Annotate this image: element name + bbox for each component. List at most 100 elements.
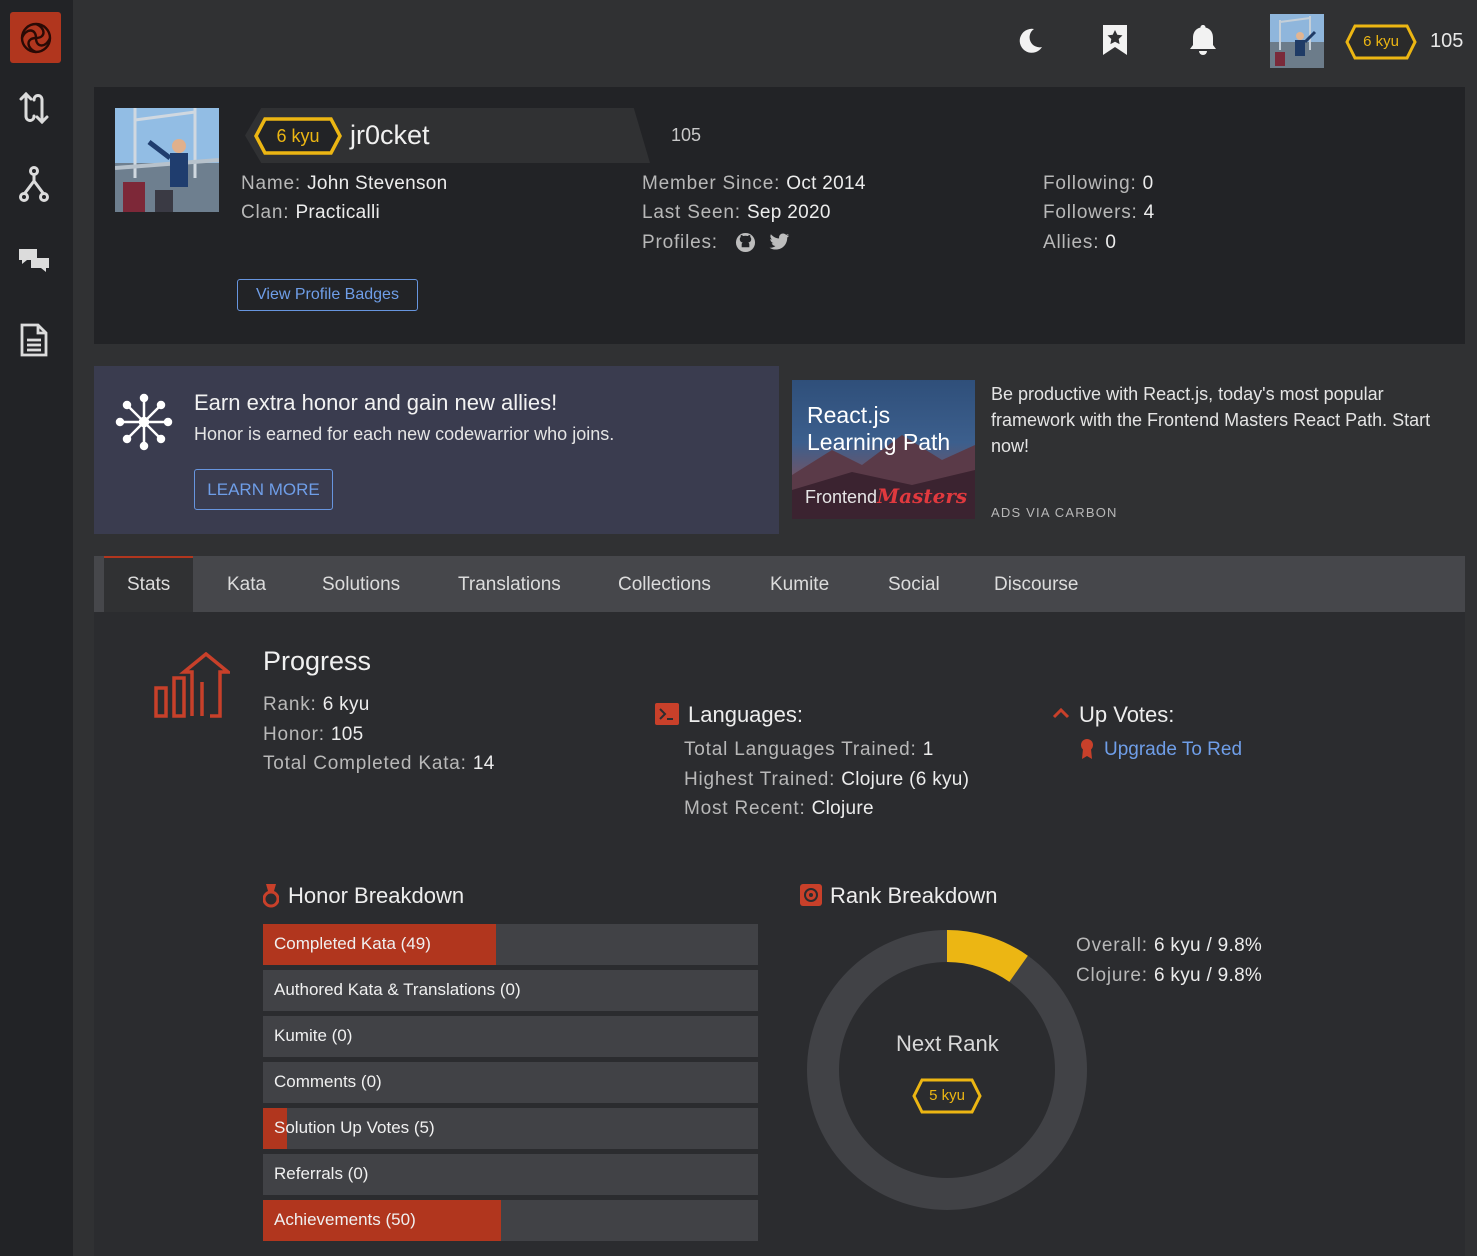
tab-kata[interactable]: Kata <box>227 574 266 596</box>
overall-rank-value: 6 kyu / 9.8% <box>1153 935 1263 956</box>
member-since-label: Member Since: <box>642 173 781 194</box>
bell-icon[interactable] <box>1183 18 1223 62</box>
username: jr0cket <box>350 120 430 150</box>
tab-social[interactable]: Social <box>888 574 940 596</box>
clojure-rank-row: Clojure: 6 kyu / 9.8% <box>1076 965 1262 987</box>
allies-label: Allies: <box>1043 232 1100 253</box>
honor-bar: Referrals (0) <box>263 1154 758 1195</box>
languages-trained-value: 1 <box>922 739 934 760</box>
promo-text: Honor is earned for each new codewarrior… <box>194 424 615 444</box>
next-rank-label: Next Rank <box>896 1031 999 1056</box>
honor-bar: Authored Kata & Translations (0) <box>263 970 758 1011</box>
rank-badge-label: 6 kyu <box>1363 33 1399 50</box>
twitter-icon[interactable] <box>769 233 791 253</box>
progress-chart-icon <box>150 651 233 722</box>
clojure-rank-value: 6 kyu / 9.8% <box>1153 965 1263 986</box>
ribbon-icon <box>1080 738 1094 760</box>
donut-track <box>807 930 1087 1210</box>
honor-bar-label: Comments (0) <box>274 1072 382 1091</box>
rank-progress-donut <box>807 930 1087 1210</box>
tab-translations[interactable]: Translations <box>458 574 561 596</box>
ad-text[interactable]: Be productive with React.js, today's mos… <box>991 381 1441 459</box>
learn-more-button[interactable]: LEARN MORE <box>194 469 333 510</box>
profile-rank-badge: 6 kyu <box>254 117 342 155</box>
terminal-icon <box>655 703 679 725</box>
name-value: John Stevenson <box>307 173 448 194</box>
tab-kumite[interactable]: Kumite <box>770 574 829 596</box>
practice-icon[interactable] <box>14 88 54 128</box>
most-recent-value: Clojure <box>811 798 874 819</box>
honor-bar-label: Referrals (0) <box>274 1164 369 1183</box>
ad-image[interactable]: React.js Learning Path FrontendMasters <box>792 380 975 519</box>
honor-bar: Achievements (50) <box>263 1200 758 1241</box>
honor-value: 105 <box>330 724 364 745</box>
chat-icon[interactable] <box>14 240 54 280</box>
tab-stats[interactable]: Stats <box>127 574 170 596</box>
profile-honor: 105 <box>671 125 702 145</box>
name-label: Name: <box>241 173 301 194</box>
github-icon[interactable] <box>735 232 757 254</box>
most-recent-row: Most Recent: Clojure <box>684 798 874 820</box>
allies-row[interactable]: Allies: 0 <box>1043 232 1116 254</box>
most-recent-label: Most Recent: <box>684 798 806 819</box>
last-seen-value: Sep 2020 <box>746 202 831 223</box>
tab-collections[interactable]: Collections <box>618 574 711 596</box>
tab-discourse[interactable]: Discourse <box>994 574 1078 596</box>
rank-value: 6 kyu <box>322 694 370 715</box>
following-row[interactable]: Following: 0 <box>1043 173 1154 195</box>
last-seen-row: Last Seen: Sep 2020 <box>642 202 831 224</box>
profiles-row: Profiles: <box>642 232 718 254</box>
rank-label: Rank: <box>263 694 317 715</box>
donut-progress-arc <box>946 930 1028 983</box>
honor-score: 105 <box>1430 30 1464 52</box>
member-since-row: Member Since: Oct 2014 <box>642 173 866 195</box>
fork-icon[interactable] <box>14 164 54 204</box>
ad-brand-a: Frontend <box>805 487 878 507</box>
progress-title: Progress <box>263 646 372 676</box>
languages-trained-label: Total Languages Trained: <box>684 739 917 760</box>
view-profile-badges-button[interactable]: View Profile Badges <box>237 279 418 311</box>
bookmark-star-icon[interactable] <box>1095 18 1135 62</box>
network-icon <box>114 392 174 452</box>
member-since-value: Oct 2014 <box>786 173 866 194</box>
ad-image-title-1: React.js <box>807 402 891 428</box>
honor-row: Honor: 105 <box>263 724 364 746</box>
user-avatar[interactable] <box>1270 14 1324 68</box>
followers-label: Followers: <box>1043 202 1138 223</box>
followers-row[interactable]: Followers: 4 <box>1043 202 1155 224</box>
highest-trained-value: Clojure (6 kyu) <box>841 769 970 790</box>
moon-icon[interactable] <box>1010 18 1050 62</box>
document-icon[interactable] <box>14 320 54 360</box>
honor-bar-label: Solution Up Votes (5) <box>274 1118 435 1137</box>
following-label: Following: <box>1043 173 1137 194</box>
profiles-label: Profiles: <box>642 232 718 253</box>
promo-title: Earn extra honor and gain new allies! <box>194 390 558 415</box>
tab-solutions[interactable]: Solutions <box>322 574 400 596</box>
codewars-logo[interactable] <box>10 12 61 63</box>
allies-value: 0 <box>1105 232 1117 253</box>
honor-breakdown-title: Honor Breakdown <box>288 883 465 908</box>
upvotes-title: Up Votes: <box>1079 702 1175 727</box>
honor-bar: Solution Up Votes (5) <box>263 1108 758 1149</box>
honor-bar-label: Authored Kata & Translations (0) <box>274 980 521 999</box>
next-rank-value: 5 kyu <box>929 1087 965 1104</box>
ad-brand: FrontendMasters <box>805 484 967 508</box>
chevron-up-icon <box>1052 706 1070 720</box>
rank-row: Rank: 6 kyu <box>263 694 370 716</box>
following-value: 0 <box>1142 173 1154 194</box>
ads-via-carbon[interactable]: ADS VIA CARBON <box>991 505 1118 520</box>
honor-bar: Completed Kata (49) <box>263 924 758 965</box>
profile-avatar <box>115 108 219 212</box>
highest-trained-label: Highest Trained: <box>684 769 836 790</box>
logo-icon <box>20 22 51 53</box>
clan-label: Clan: <box>241 202 290 223</box>
last-seen-label: Last Seen: <box>642 202 741 223</box>
honor-bar: Kumite (0) <box>263 1016 758 1057</box>
completed-label: Total Completed Kata: <box>263 753 467 774</box>
next-rank-badge: 5 kyu <box>912 1078 982 1114</box>
honor-bar: Comments (0) <box>263 1062 758 1103</box>
clan-row: Clan: Practicalli <box>241 202 380 224</box>
completed-row: Total Completed Kata: 14 <box>263 753 495 775</box>
overall-rank-row: Overall: 6 kyu / 9.8% <box>1076 935 1262 957</box>
upgrade-to-red-link[interactable]: Upgrade To Red <box>1104 739 1242 761</box>
